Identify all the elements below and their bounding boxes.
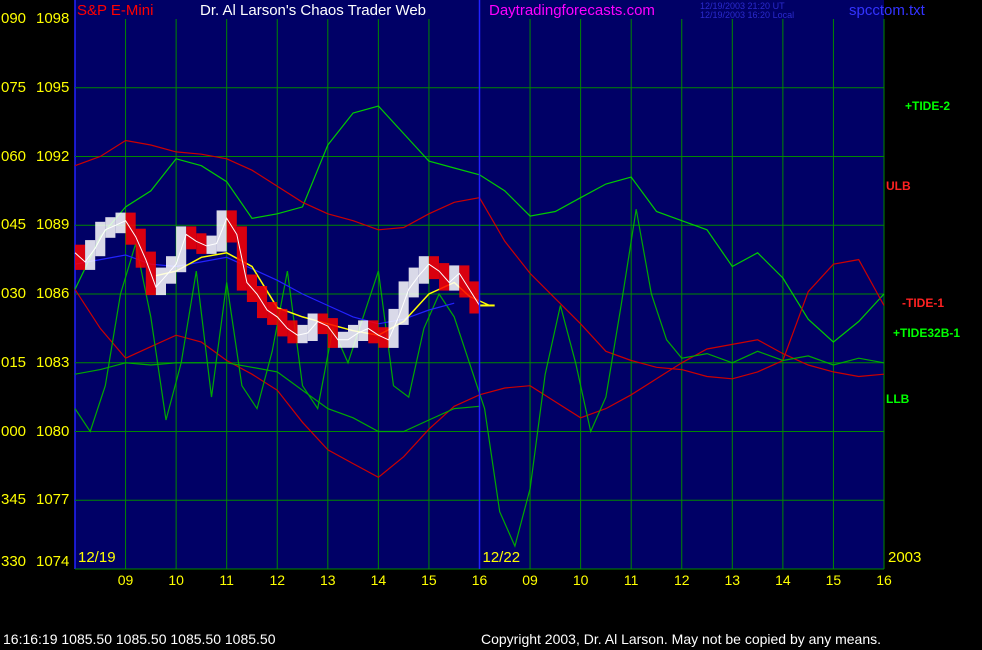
y-tick-price: 1092: [36, 147, 70, 165]
x-tick-label: 12: [269, 572, 286, 588]
series-label: -TIDE-1: [902, 296, 944, 311]
timestamp-local: 12/19/2003 16:20 Local: [700, 10, 795, 20]
copyright-notice: Copyright 2003, Dr. Al Larson. May not b…: [481, 631, 882, 647]
x-tick-label: 10: [572, 572, 589, 588]
site-link[interactable]: Daytradingforecasts.com: [489, 2, 655, 19]
x-tick-label: 13: [320, 572, 336, 588]
x-tick-label: 09: [117, 572, 134, 588]
last-quote: 16:16:19 1085.50 1085.50 1085.50 1085.50: [3, 631, 276, 647]
y-tick-angle: 075: [1, 78, 27, 96]
series-label: LLB: [886, 392, 910, 407]
y-tick-angle: 030: [1, 285, 27, 302]
chart-title: Dr. Al Larson's Chaos Trader Web: [200, 2, 427, 19]
y-tick-price: 1098: [36, 10, 70, 27]
y-tick-price: 1086: [36, 285, 70, 302]
x-tick-label: 14: [775, 572, 791, 588]
session-date-label: 2003: [888, 549, 922, 566]
source-file-label: spcctom.txt: [849, 2, 925, 19]
y-tick-angle: 060: [1, 147, 27, 165]
x-tick-label: 11: [219, 572, 234, 588]
y-tick-angle: 000: [1, 422, 27, 440]
y-tick-angle: 330: [1, 553, 27, 570]
y-tick-angle: 045: [1, 216, 27, 234]
x-tick-label: 16: [471, 572, 488, 588]
x-tick-label: 14: [370, 572, 387, 588]
y-tick-price: 1074: [36, 553, 70, 570]
x-tick-label: 10: [168, 572, 184, 588]
x-tick-label: 12: [673, 572, 690, 588]
series-label: +TIDE-2: [905, 99, 951, 114]
x-tick-label: 13: [724, 572, 741, 588]
x-tick-label: 16: [876, 572, 892, 588]
y-tick-price: 1095: [36, 78, 70, 96]
x-tick-label: 09: [522, 572, 538, 588]
y-tick-angle: 090: [1, 10, 27, 27]
series-label: ULB: [886, 179, 911, 194]
instrument-label: S&P E-Mini: [77, 2, 154, 19]
y-tick-price: 1077: [36, 491, 70, 509]
y-tick-price: 1080: [36, 422, 70, 440]
y-tick-price: 1089: [36, 216, 70, 234]
y-tick-price: 1083: [36, 353, 70, 371]
x-tick-label: 15: [825, 572, 842, 588]
y-tick-angle: 015: [1, 353, 27, 371]
x-tick-label: 11: [623, 572, 639, 588]
y-tick-angle: 345: [1, 491, 27, 509]
session-date-label: 12/19: [78, 549, 116, 566]
session-date-label: 12/22: [482, 549, 521, 566]
series-label: +TIDE32B-1: [893, 325, 961, 340]
x-tick-label: 15: [421, 572, 437, 588]
